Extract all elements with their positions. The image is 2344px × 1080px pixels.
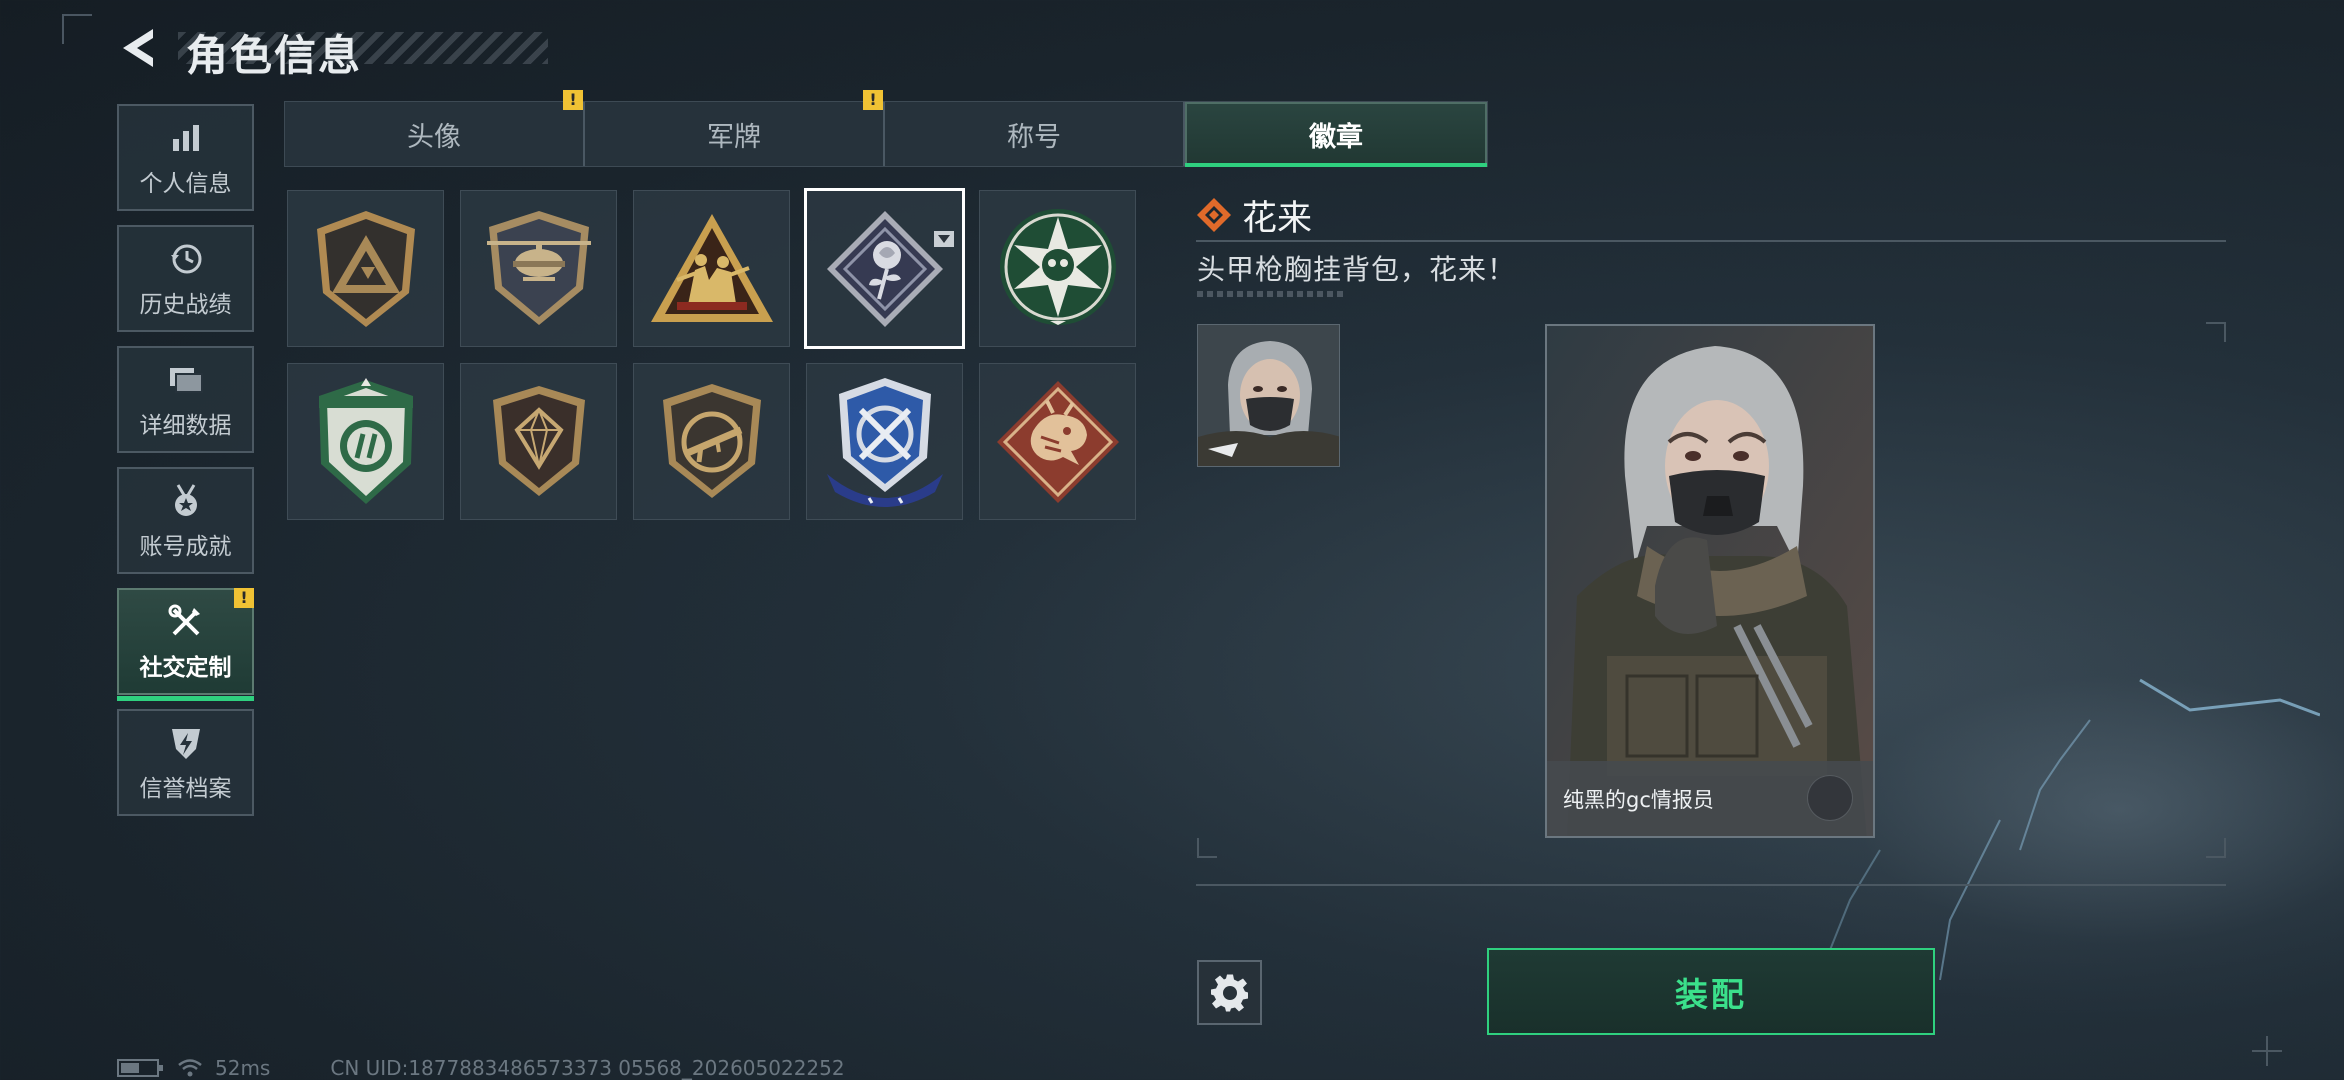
crossed-knives-crest-badge xyxy=(826,377,943,507)
soldiers-triangle-badge xyxy=(650,213,773,322)
wrench-screwdriver-icon xyxy=(166,602,206,642)
dropdown-indicator-icon[interactable] xyxy=(934,231,954,247)
nav-label: 信誉档案 xyxy=(139,775,232,802)
badge-cell[interactable] xyxy=(979,190,1136,347)
wifi-icon xyxy=(177,1058,203,1078)
nav-item-reputation[interactable]: 信誉档案 xyxy=(117,709,254,816)
character-name-bar: 纯黑的gc情报员 xyxy=(1547,761,1873,836)
warning-badge: ! xyxy=(234,588,254,608)
category-tabs: 头像 ! 军牌 ! 称号 徽章 xyxy=(284,90,1488,167)
badge-cell[interactable] xyxy=(806,363,963,520)
warning-badge: ! xyxy=(563,90,583,110)
side-nav: 个人信息 历史战绩 详细数据 账号成就 ! 社交定制 信誉档案 xyxy=(117,104,254,830)
tab-badge[interactable]: 徽章 xyxy=(1185,102,1487,167)
nav-label: 详细数据 xyxy=(139,412,232,439)
tab-label: 军牌 xyxy=(707,121,761,153)
badge-cell-selected[interactable] xyxy=(804,188,965,349)
badge-cell[interactable] xyxy=(287,190,444,347)
badge-description: 头甲枪胸挂背包，花来！ xyxy=(1197,253,1517,286)
nav-item-detailed-data[interactable]: 详细数据 xyxy=(117,346,254,453)
status-bar: 52ms CN UID:1877883486573373 05568_20260… xyxy=(117,1056,845,1080)
folder-stack-icon xyxy=(166,360,206,400)
avatar[interactable] xyxy=(1197,324,1340,467)
back-button[interactable] xyxy=(112,22,162,74)
dragon-diamond-badge xyxy=(996,380,1119,503)
badge-cell[interactable] xyxy=(287,363,444,520)
bottom-divider xyxy=(1196,884,2226,886)
green-star-skull-badge xyxy=(999,208,1116,325)
chevron-left-icon xyxy=(123,29,153,67)
battery-icon xyxy=(117,1059,163,1077)
equip-button[interactable]: 装配 xyxy=(1487,948,1935,1035)
equip-label: 装配 xyxy=(1675,974,1747,1014)
shield-bolt-icon xyxy=(166,723,206,763)
nav-item-achievements[interactable]: 账号成就 xyxy=(117,467,254,574)
rose-diamond-badge xyxy=(826,210,943,327)
badge-cell[interactable] xyxy=(633,190,790,347)
uid-text: CN UID:1877883486573373 05568_2026050222… xyxy=(330,1056,845,1080)
nav-label: 历史战绩 xyxy=(139,291,232,318)
rarity-diamond-icon xyxy=(1197,198,1231,232)
page-title: 角色信息 xyxy=(186,31,363,80)
character-name: 纯黑的gc情报员 xyxy=(1563,787,1714,812)
ping-text: 52ms xyxy=(215,1056,271,1080)
rifle-circle-badge xyxy=(662,383,761,498)
circle-decoration xyxy=(1807,775,1853,821)
history-clock-icon xyxy=(166,239,206,279)
nav-label: 个人信息 xyxy=(139,170,232,197)
tab-dog-tag[interactable]: 军牌 ! xyxy=(585,90,885,166)
tab-title[interactable]: 称号 xyxy=(885,102,1185,166)
warning-badge: ! xyxy=(863,90,883,110)
triangle-shield-badge xyxy=(316,210,415,327)
corner-decoration xyxy=(62,14,92,44)
frame-corner xyxy=(1197,838,1217,858)
medal-icon xyxy=(166,481,206,521)
tab-avatar[interactable]: 头像 ! xyxy=(285,90,585,166)
settings-button[interactable] xyxy=(1197,960,1262,1025)
badge-cell[interactable] xyxy=(460,190,617,347)
frame-corner xyxy=(2206,838,2226,858)
tab-label: 徽章 xyxy=(1309,121,1363,153)
badge-grid xyxy=(287,188,1137,520)
badge-cell[interactable] xyxy=(979,363,1136,520)
frame-corner xyxy=(2206,322,2226,342)
nav-item-personal-info[interactable]: 个人信息 xyxy=(117,104,254,211)
detail-divider xyxy=(1196,240,2226,242)
character-card[interactable]: 纯黑的gc情报员 xyxy=(1545,324,1875,838)
badge-name: 花来 xyxy=(1242,199,1313,239)
nav-label: 社交定制 xyxy=(139,654,232,681)
green-emblem-badge xyxy=(318,377,413,504)
crosshair-decoration xyxy=(2252,1036,2282,1066)
crystal-shield-badge xyxy=(492,385,585,496)
tab-label: 头像 xyxy=(407,121,461,153)
badge-cell[interactable] xyxy=(633,363,790,520)
nav-item-history[interactable]: 历史战绩 xyxy=(117,225,254,332)
nav-label: 账号成就 xyxy=(139,533,232,560)
tab-label: 称号 xyxy=(1007,121,1061,153)
bar-chart-icon xyxy=(166,118,206,158)
gear-icon xyxy=(1210,974,1248,1011)
helicopter-badge xyxy=(486,210,591,325)
detail-sub-decoration xyxy=(1197,291,1347,297)
badge-cell[interactable] xyxy=(460,363,617,520)
nav-item-social-custom[interactable]: ! 社交定制 xyxy=(117,588,254,701)
